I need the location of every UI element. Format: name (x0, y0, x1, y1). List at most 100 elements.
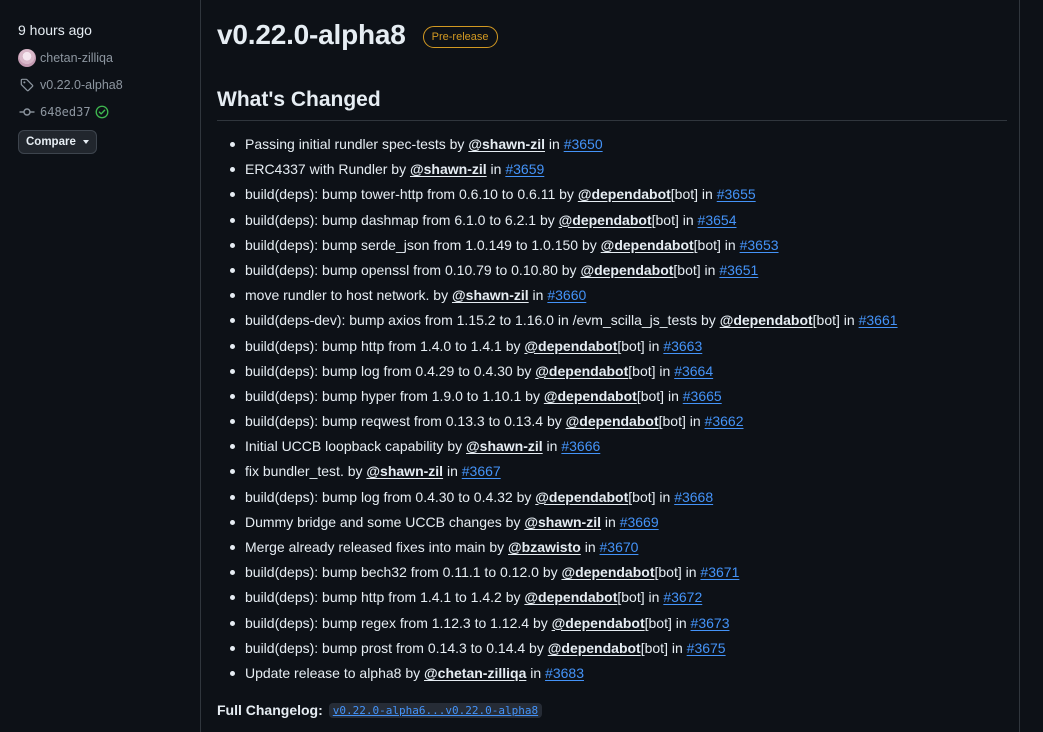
list-item: Update release to alpha8 by @chetan-zill… (217, 663, 898, 688)
change-author-link[interactable]: @dependabot (562, 564, 655, 580)
change-author-link[interactable]: @shawn-zil (366, 463, 443, 479)
tag-name[interactable]: v0.22.0-alpha8 (40, 78, 123, 92)
bot-suffix: [bot] (636, 387, 665, 404)
in-word: in (486, 161, 506, 178)
change-author-link[interactable]: @shawn-zil (468, 136, 545, 152)
list-item: build(deps): bump regex from 1.12.3 to 1… (217, 613, 898, 638)
pull-request-link[interactable]: #3672 (663, 589, 702, 605)
pull-request-link[interactable]: #3669 (620, 514, 659, 530)
in-word: in (698, 186, 717, 203)
change-author-link[interactable]: @dependabot (720, 312, 813, 328)
release-page: 9 hours ago chetan-zilliqa v0.22.0-alpha… (0, 0, 1043, 732)
change-author-link[interactable]: @dependabot (544, 388, 637, 404)
change-author-link[interactable]: @dependabot (524, 338, 617, 354)
in-word: in (839, 312, 859, 329)
bot-suffix: [bot] (628, 362, 656, 379)
change-author-link[interactable]: @dependabot (535, 363, 628, 379)
in-word: in (667, 639, 687, 656)
commit-sha[interactable]: 648ed37 (40, 105, 91, 119)
list-item: build(deps): bump log from 0.4.30 to 0.4… (217, 487, 898, 512)
list-item: build(deps): bump http from 1.4.0 to 1.4… (217, 336, 898, 361)
pull-request-link[interactable]: #3663 (663, 338, 702, 354)
list-item: build(deps): bump reqwest from 0.13.3 to… (217, 411, 898, 436)
change-author-link[interactable]: @dependabot (535, 489, 628, 505)
pull-request-link[interactable]: #3653 (740, 237, 779, 253)
release-time[interactable]: 9 hours ago (18, 22, 92, 38)
change-author-link[interactable]: @dependabot (559, 212, 652, 228)
pull-request-link[interactable]: #3664 (674, 363, 713, 379)
change-text: build(deps): bump regex from 1.12.3 to 1… (245, 614, 552, 631)
change-text: Merge already released fixes into main b… (245, 539, 509, 555)
pull-request-link[interactable]: #3671 (700, 564, 739, 580)
pull-request-link[interactable]: #3655 (717, 186, 756, 202)
pull-request-link[interactable]: #3651 (719, 262, 758, 278)
change-author-link[interactable]: @shawn-zil (524, 514, 601, 530)
change-author-link[interactable]: @bzawisto (508, 539, 581, 555)
changelog-link[interactable]: v0.22.0-alpha6...v0.22.0-alpha8 (328, 702, 543, 718)
bot-suffix: [bot] (812, 312, 840, 329)
list-item: Initial UCCB loopback capability by @sha… (217, 436, 898, 461)
bot-suffix: [bot] (654, 564, 682, 581)
list-item: Merge already released fixes into main b… (217, 537, 898, 562)
change-author-link[interactable]: @shawn-zil (452, 287, 529, 303)
pull-request-link[interactable]: #3668 (674, 489, 713, 505)
pull-request-link[interactable]: #3659 (505, 161, 544, 177)
in-word: in (720, 236, 740, 253)
in-word: in (655, 362, 675, 379)
release-title[interactable]: v0.22.0-alpha8 (217, 19, 406, 51)
bot-suffix: [bot] (658, 413, 686, 430)
tag-row[interactable]: v0.22.0-alpha8 (18, 77, 123, 93)
change-author-link[interactable]: @shawn-zil (410, 161, 487, 177)
in-word: in (664, 387, 683, 404)
pull-request-link[interactable]: #3654 (698, 212, 737, 228)
compare-label: Compare (26, 136, 76, 148)
pull-request-link[interactable]: #3660 (547, 287, 586, 303)
change-author-link[interactable]: @dependabot (524, 589, 617, 605)
change-author-link[interactable]: @dependabot (580, 262, 673, 278)
change-author-link[interactable]: @dependabot (601, 237, 694, 253)
section-divider (217, 120, 1007, 121)
change-author-link[interactable]: @dependabot (566, 413, 659, 429)
author-name[interactable]: chetan-zilliqa (40, 51, 113, 65)
change-text: build(deps): bump http from 1.4.0 to 1.4… (245, 337, 525, 354)
pull-request-link[interactable]: #3661 (859, 312, 898, 328)
prerelease-badge: Pre-release (422, 26, 498, 48)
pull-request-link[interactable]: #3673 (691, 615, 730, 631)
in-word: in (644, 337, 664, 354)
pull-request-link[interactable]: #3675 (687, 640, 726, 656)
pull-request-link[interactable]: #3683 (545, 665, 584, 681)
change-author-link[interactable]: @shawn-zil (466, 438, 543, 454)
full-changelog: Full Changelog: v0.22.0-alpha6...v0.22.0… (217, 702, 543, 718)
change-author-link[interactable]: @chetan-zilliqa (424, 665, 526, 681)
change-author-link[interactable]: @dependabot (578, 186, 671, 202)
author-row[interactable]: chetan-zilliqa (18, 49, 113, 67)
change-text: build(deps): bump reqwest from 0.13.3 to… (245, 413, 566, 430)
pull-request-link[interactable]: #3666 (561, 438, 600, 454)
pull-request-link[interactable]: #3667 (462, 463, 501, 479)
change-author-link[interactable]: @dependabot (548, 640, 641, 656)
commit-row[interactable]: 648ed37 (18, 104, 109, 120)
change-text: Update release to alpha8 by (245, 664, 425, 681)
pull-request-link[interactable]: #3650 (564, 136, 603, 152)
pull-request-link[interactable]: #3665 (683, 388, 722, 404)
change-text: build(deps): bump tower-http from 0.6.10… (245, 186, 578, 203)
pull-request-link[interactable]: #3662 (705, 413, 744, 429)
in-word: in (685, 413, 705, 430)
pull-request-link[interactable]: #3670 (600, 539, 639, 555)
changes-list: Passing initial rundler spec-tests by @s… (217, 134, 898, 688)
in-word: in (678, 211, 698, 228)
in-word: in (528, 287, 548, 304)
compare-button[interactable]: Compare (18, 130, 97, 154)
list-item: move rundler to host network. by @shawn-… (217, 285, 898, 310)
caret-down-icon (82, 140, 89, 144)
list-item: build(deps): bump http from 1.4.1 to 1.4… (217, 587, 898, 612)
change-author-link[interactable]: @dependabot (552, 615, 645, 631)
change-text: fix bundler_test. by (245, 463, 367, 480)
change-text: Dummy bridge and some UCCB changes by (245, 513, 525, 530)
bot-suffix: [bot] (640, 639, 668, 656)
check-circle-icon[interactable] (95, 105, 109, 119)
change-text: build(deps): bump http from 1.4.1 to 1.4… (245, 589, 525, 606)
release-header: v0.22.0-alpha8 Pre-release (217, 19, 498, 51)
avatar[interactable] (18, 49, 36, 67)
in-word: in (700, 261, 720, 278)
